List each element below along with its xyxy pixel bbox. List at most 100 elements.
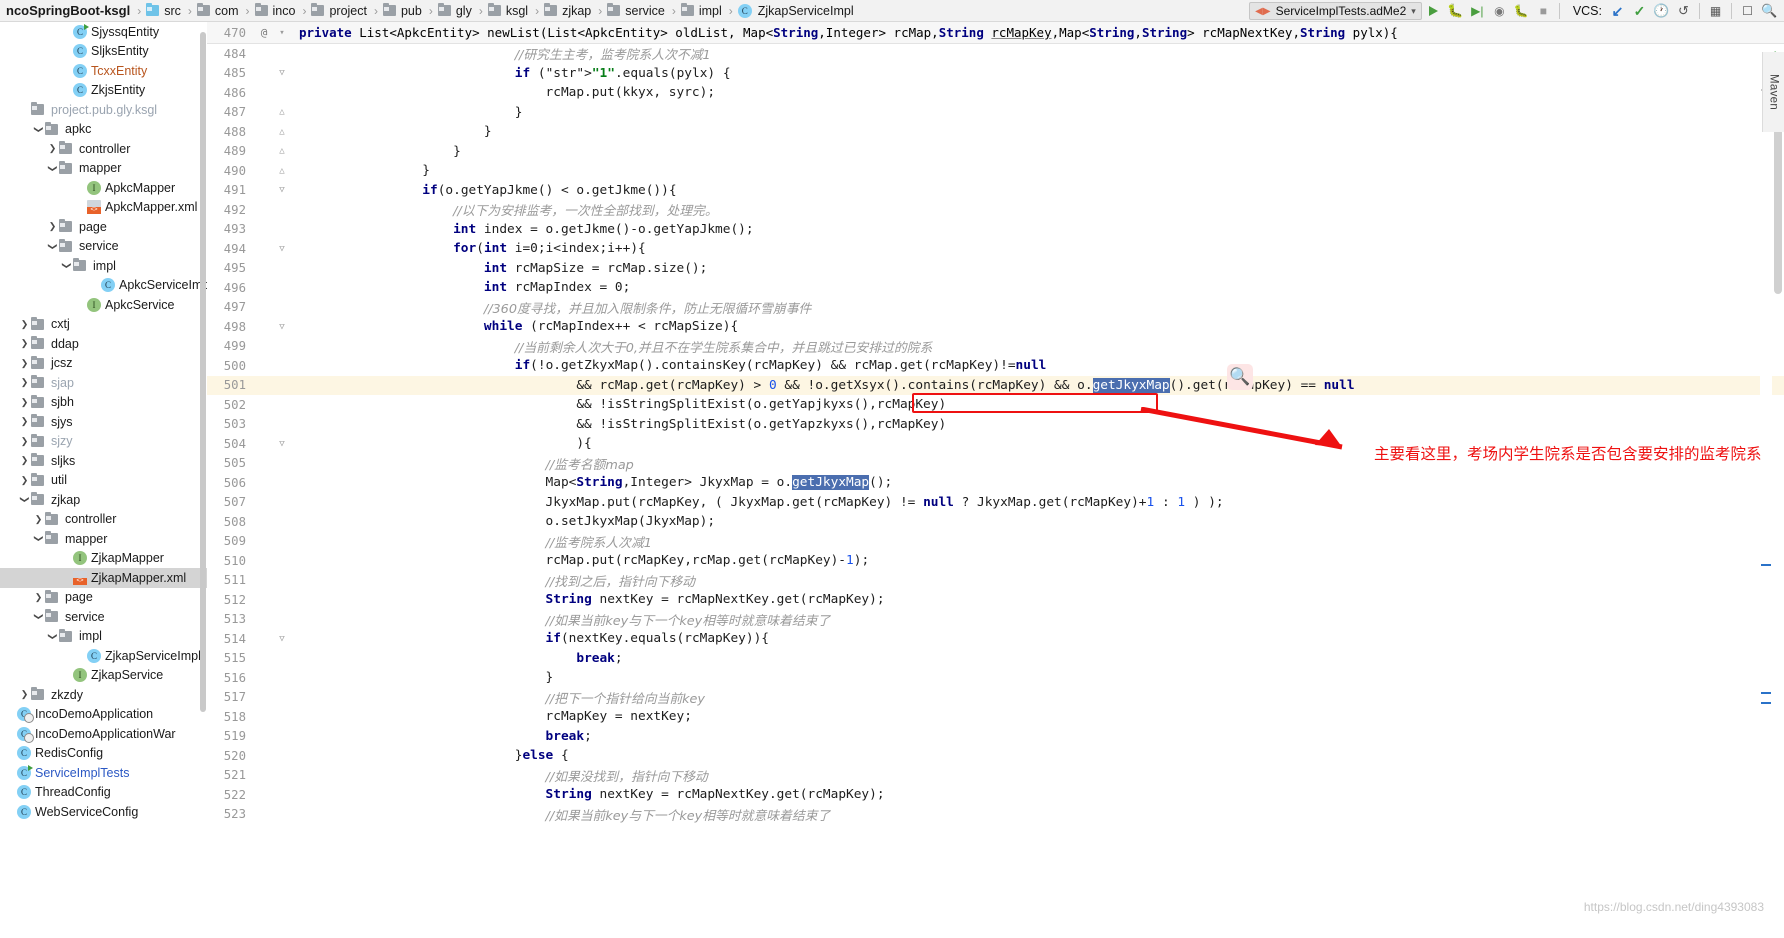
breadcrumb-item-ncospringboot-ksgl[interactable]: ncoSpringBoot-ksgl — [2, 0, 134, 22]
fold-toggle-icon[interactable]: ▽ — [275, 322, 289, 332]
tree-item-cxtj[interactable]: ❯ cxtj — [0, 315, 207, 335]
code-line[interactable]: 515 break; — [207, 649, 1784, 669]
run-configuration-selector[interactable]: ◀▶ ServiceImplTests.adMe2 ▾ — [1249, 2, 1422, 20]
tree-item-webserviceconfig[interactable]: ❯C WebServiceConfig — [0, 802, 207, 822]
tree-item-zjkapmapper-xml[interactable]: ❯ ZjkapMapper.xml — [0, 568, 207, 588]
tree-item-project-pub-gly-ksgl[interactable]: ❯ project.pub.gly.ksgl — [0, 100, 207, 120]
breadcrumb-item-gly[interactable]: gly — [436, 0, 476, 22]
search-everywhere-icon[interactable]: 🔍 — [1759, 1, 1780, 21]
editor-scrollbar[interactable] — [1772, 44, 1784, 938]
breadcrumb-item-ksgl[interactable]: ksgl — [486, 0, 532, 22]
chevron-right-icon[interactable]: ❯ — [18, 319, 31, 330]
rollback-icon[interactable]: ↺ — [1673, 1, 1694, 21]
code-line[interactable]: 516 } — [207, 668, 1784, 688]
chevron-right-icon[interactable]: ❯ — [18, 358, 31, 369]
code-editor[interactable]: ◀ ▶ ⇅ ⚙ ⇕ 470 @ ▾ private List<ApkcEntit… — [207, 22, 1784, 938]
tree-item-tcxxentity[interactable]: ❯C TcxxEntity — [0, 61, 207, 81]
breadcrumb-item-src[interactable]: src — [144, 0, 185, 22]
fold-toggle-icon[interactable]: ▽ — [275, 185, 289, 195]
tree-item-apkcservice[interactable]: ❯I ApkcService — [0, 295, 207, 315]
breadcrumb-item-service[interactable]: service — [605, 0, 669, 22]
chevron-down-icon[interactable]: ❯ — [47, 240, 58, 253]
code-line[interactable]: 523 //如果当前key与下一个key相等时就意味着结束了 — [207, 805, 1784, 825]
tree-item-sjbh[interactable]: ❯ sjbh — [0, 393, 207, 413]
chevron-right-icon[interactable]: ❯ — [18, 689, 31, 700]
tree-item-controller[interactable]: ❯ controller — [0, 139, 207, 159]
tree-item-zjkap[interactable]: ❯ zjkap — [0, 490, 207, 510]
terminal-icon[interactable]: ☐ — [1737, 1, 1758, 21]
breadcrumb-item-impl[interactable]: impl — [679, 0, 726, 22]
fold-toggle-icon[interactable]: △ — [275, 146, 289, 156]
tree-item-sljks[interactable]: ❯ sljks — [0, 451, 207, 471]
breadcrumb-item-com[interactable]: com — [195, 0, 243, 22]
breadcrumb-item-project[interactable]: project — [309, 0, 371, 22]
tree-item-redisconfig[interactable]: ❯C RedisConfig — [0, 744, 207, 764]
code-line[interactable]: 502 && !isStringSplitExist(o.getYapjkyxs… — [207, 395, 1784, 415]
history-icon[interactable]: 🕐 — [1651, 1, 1672, 21]
project-tree[interactable]: ❯CSjyssqEntity❯CSljksEntity❯CTcxxEntity❯… — [0, 22, 207, 938]
tree-item-sljksentity[interactable]: ❯C SljksEntity — [0, 42, 207, 62]
sidebar-scrollbar[interactable] — [199, 22, 207, 938]
code-line[interactable]: 488 △ } — [207, 122, 1784, 142]
code-line[interactable]: 514 ▽ if(nextKey.equals(rcMapKey)){ — [207, 629, 1784, 649]
code-line[interactable]: 496 int rcMapIndex = 0; — [207, 278, 1784, 298]
fold-toggle-icon[interactable]: ▽ — [275, 439, 289, 449]
chevron-right-icon[interactable]: ❯ — [46, 221, 59, 232]
chevron-down-icon[interactable]: ❯ — [33, 532, 44, 545]
fold-toggle-icon[interactable]: ▽ — [275, 634, 289, 644]
code-line[interactable]: 507 JkyxMap.put(rcMapKey, ( JkyxMap.get(… — [207, 493, 1784, 513]
tree-item-apkcserviceimpl[interactable]: ❯C ApkcServiceImpl — [0, 276, 207, 296]
fold-toggle-icon[interactable]: △ — [275, 127, 289, 137]
code-line[interactable]: 510 rcMap.put(rcMapKey,rcMap.get(rcMapKe… — [207, 551, 1784, 571]
stripe-marker[interactable] — [1761, 564, 1771, 566]
run-coverage-icon[interactable]: ▶| — [1467, 1, 1488, 21]
tree-item-zjkapserviceimpl[interactable]: ❯C ZjkapServiceImpl — [0, 646, 207, 666]
tree-item-sjap[interactable]: ❯ sjap — [0, 373, 207, 393]
run-icon[interactable] — [1423, 1, 1444, 21]
analysis-stripe[interactable] — [1760, 44, 1772, 938]
code-line[interactable]: 511 //找到之后，指针向下移动 — [207, 571, 1784, 591]
tree-item-apkc[interactable]: ❯ apkc — [0, 120, 207, 140]
tree-item-impl[interactable]: ❯ impl — [0, 256, 207, 276]
chevron-down-icon[interactable]: ▾ — [1411, 6, 1416, 17]
tree-item-ddap[interactable]: ❯ ddap — [0, 334, 207, 354]
code-line[interactable]: 484 //研究生主考，监考院系人次不减1 — [207, 44, 1784, 64]
breadcrumb-item-inco[interactable]: inco — [253, 0, 300, 22]
tree-item-zkjsentity[interactable]: ❯C ZkjsEntity — [0, 81, 207, 101]
structure-icon[interactable]: ▦ — [1705, 1, 1726, 21]
chevron-right-icon[interactable]: ❯ — [18, 416, 31, 427]
tree-item-page[interactable]: ❯ page — [0, 588, 207, 608]
project-tree-list[interactable]: ❯CSjyssqEntity❯CSljksEntity❯CTcxxEntity❯… — [0, 22, 207, 822]
tree-item-controller[interactable]: ❯ controller — [0, 510, 207, 530]
code-line[interactable]: 491 ▽ if(o.getYapJkme() < o.getJkme()){ — [207, 181, 1784, 201]
chevron-right-icon[interactable]: ❯ — [18, 397, 31, 408]
breadcrumb[interactable]: ncoSpringBoot-ksgl › src › com › inco › project ›… — [0, 0, 858, 22]
chevron-right-icon[interactable]: ❯ — [46, 143, 59, 154]
code-line[interactable]: 519 break; — [207, 727, 1784, 747]
chevron-right-icon[interactable]: ❯ — [32, 592, 45, 603]
sidebar-scrollbar-thumb[interactable] — [200, 32, 206, 712]
code-line[interactable]: 503 && !isStringSplitExist(o.getYapzkyxs… — [207, 415, 1784, 435]
code-line[interactable]: 518 rcMapKey = nextKey; — [207, 707, 1784, 727]
commit-icon[interactable]: ✓ — [1629, 1, 1650, 21]
chevron-down-icon[interactable]: ❯ — [47, 162, 58, 175]
tree-item-sjzy[interactable]: ❯ sjzy — [0, 432, 207, 452]
tree-item-apkcmapper[interactable]: ❯I ApkcMapper — [0, 178, 207, 198]
code-line[interactable]: 486 rcMap.put(kkyx, syrc); — [207, 83, 1784, 103]
code-line[interactable]: 512 String nextKey = rcMapNextKey.get(rc… — [207, 590, 1784, 610]
attach-debugger-icon[interactable]: 🐛 — [1511, 1, 1532, 21]
code-line[interactable]: 521 //如果没找到，指针向下移动 — [207, 766, 1784, 786]
fold-toggle-icon[interactable]: △ — [275, 107, 289, 117]
tree-item-apkcmapper-xml[interactable]: ❯ ApkcMapper.xml — [0, 198, 207, 218]
fold-toggle-icon[interactable]: ▽ — [275, 244, 289, 254]
code-line[interactable]: 501 && rcMap.get(rcMapKey) > 0 && !o.get… — [207, 375, 1784, 395]
stop-icon[interactable]: ■ — [1533, 1, 1554, 21]
code-line[interactable]: 495 int rcMapSize = rcMap.size(); — [207, 259, 1784, 279]
profile-icon[interactable]: ◉ — [1489, 1, 1510, 21]
tree-item-sjys[interactable]: ❯ sjys — [0, 412, 207, 432]
tree-item-sjyssqentity[interactable]: ❯CSjyssqEntity — [0, 22, 207, 42]
code-line[interactable]: 500 if(!o.getZkyxMap().containsKey(rcMap… — [207, 356, 1784, 376]
breadcrumb-item-zjkapserviceimpl[interactable]: C ZjkapServiceImpl — [736, 0, 858, 22]
tree-item-zkzdy[interactable]: ❯ zkzdy — [0, 685, 207, 705]
tree-item-page[interactable]: ❯ page — [0, 217, 207, 237]
